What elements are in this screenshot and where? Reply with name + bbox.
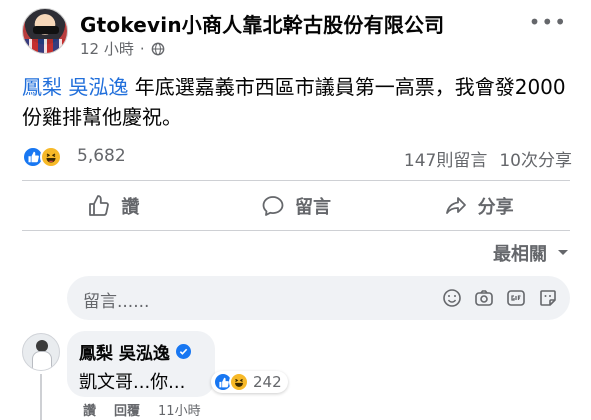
share-label: 分享 (477, 197, 514, 218)
avatar-glasses (33, 26, 59, 34)
comment-reaction-count: 242 (253, 373, 282, 391)
post-meta: 12 小時 · (80, 38, 165, 59)
comment-author[interactable]: 鳳梨 吳泓逸 (79, 339, 191, 364)
avatar-flag (23, 39, 67, 53)
meta-separator: · (139, 39, 145, 58)
post-time[interactable]: 12 小時 (80, 38, 134, 59)
camera-icon[interactable] (474, 288, 494, 308)
comment-label: 留言 (295, 197, 331, 218)
like-label: 讚 (121, 197, 140, 218)
divider-bottom (22, 230, 570, 231)
comment-footer: 讚 回覆 11小時 (83, 400, 201, 419)
reactions-bar: 5,682 147則留言 10次分享 (22, 146, 572, 171)
page-avatar[interactable] (22, 8, 68, 54)
comment-input-placeholder[interactable]: 留言...... (83, 287, 149, 312)
haha-reaction-icon (40, 146, 62, 168)
comment-button[interactable]: 留言 (205, 184, 388, 228)
share-count[interactable]: 10次分享 (499, 151, 572, 171)
comment-composer[interactable]: 留言...... (67, 276, 570, 320)
caret-down-icon (558, 250, 568, 255)
thumbs-up-icon (89, 195, 110, 216)
globe-icon (151, 42, 164, 55)
commenter-avatar[interactable] (22, 333, 60, 371)
comment-text: 凱文哥...你... (79, 372, 186, 393)
reaction-count[interactable]: 5,682 (77, 146, 126, 166)
comment-time[interactable]: 11小時 (158, 400, 201, 419)
comment-like-button[interactable]: 讚 (83, 400, 96, 419)
post-header: Gtokevin小商人靠北幹古股份有限公司 12 小時 · ••• (0, 0, 591, 62)
more-options-icon[interactable]: ••• (529, 10, 567, 34)
share-icon (445, 197, 466, 214)
page-name[interactable]: Gtokevin小商人靠北幹古股份有限公司 (80, 9, 444, 38)
post-body: 鳳梨 吳泓逸 年底選嘉義市西區市議員第一高票，我會發2000份雞排幫他慶祝。 (22, 72, 582, 132)
like-button[interactable]: 讚 (22, 184, 205, 228)
comment-thread-line (40, 374, 42, 420)
verified-badge-icon (175, 344, 191, 359)
divider-top (22, 180, 570, 181)
sort-label: 最相關 (493, 244, 547, 265)
comment-sort-dropdown[interactable]: 最相關 (493, 240, 569, 266)
post-actions: 讚 留言 分享 (22, 184, 570, 228)
comment-reply-button[interactable]: 回覆 (114, 400, 140, 419)
reaction-icons[interactable] (22, 146, 62, 168)
sticker-icon[interactable] (538, 288, 558, 308)
emoji-icon[interactable] (442, 288, 462, 308)
gif-icon[interactable] (506, 288, 526, 308)
comment-share-counts: 147則留言 10次分享 (404, 146, 572, 171)
comment-bubble: 鳳梨 吳泓逸 凱文哥...你... (67, 331, 215, 397)
share-button[interactable]: 分享 (387, 184, 570, 228)
mention-link[interactable]: 鳳梨 吳泓逸 (22, 75, 128, 99)
composer-icons (442, 288, 558, 308)
comment-count[interactable]: 147則留言 (404, 151, 487, 171)
comment-haha-reaction-icon (229, 372, 249, 392)
comment-author-name: 鳳梨 吳泓逸 (79, 344, 170, 364)
comment-reactions[interactable]: 242 (211, 371, 288, 393)
avatar-body (32, 351, 52, 370)
comment-icon (262, 196, 284, 216)
